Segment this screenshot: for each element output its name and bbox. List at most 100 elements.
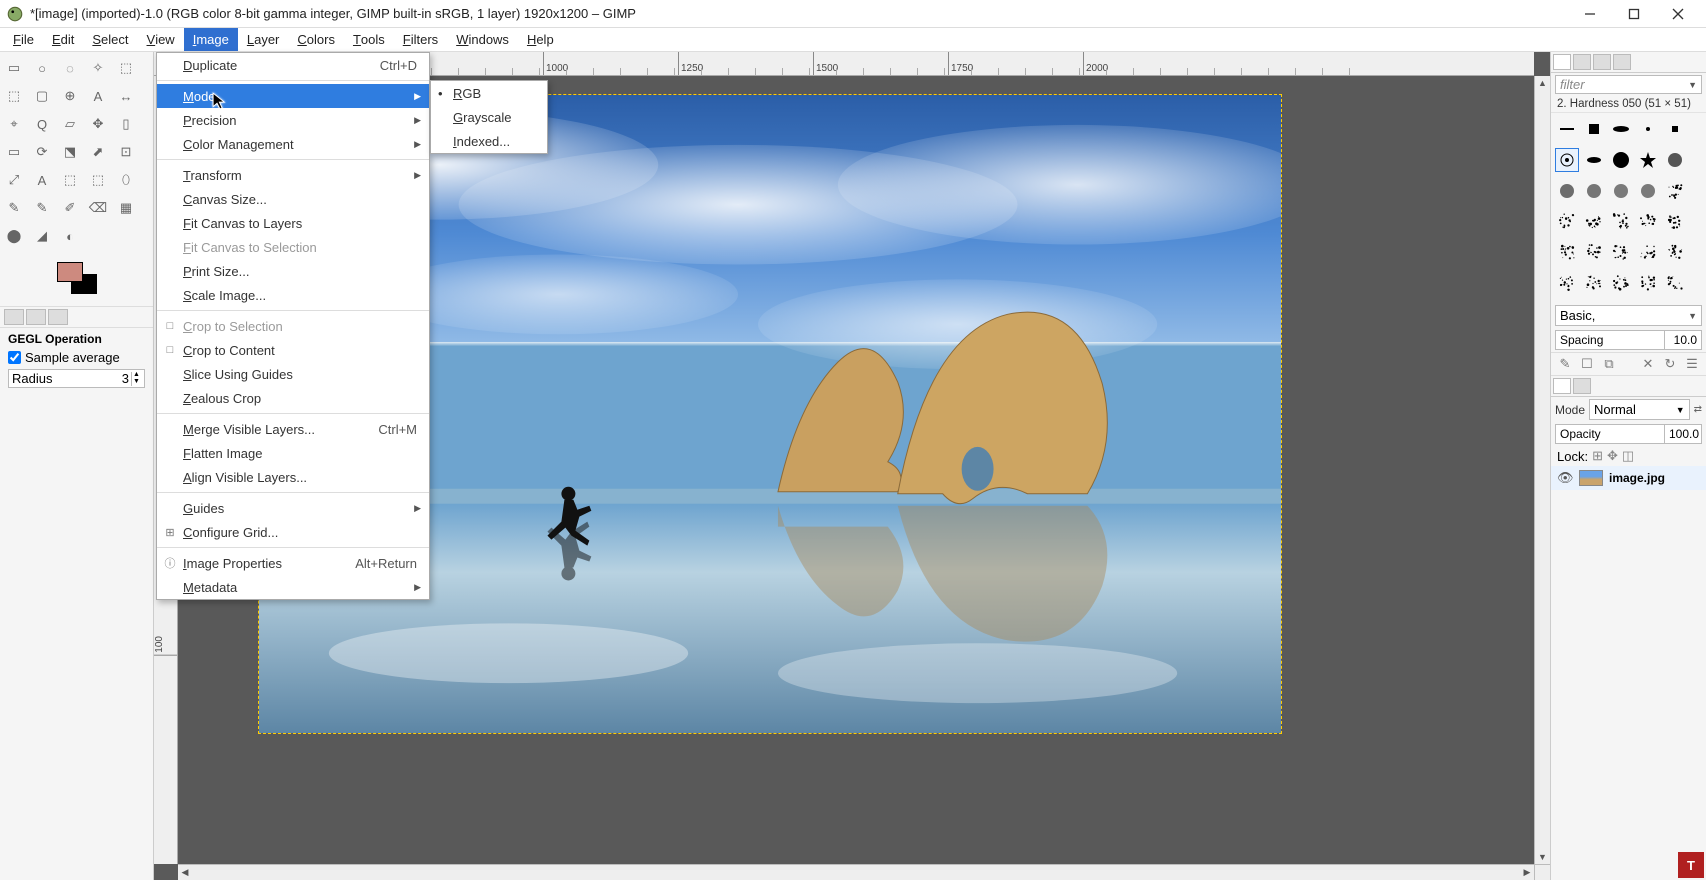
menu-edit[interactable]: Edit [43,28,83,51]
tool-12[interactable]: ▱ [58,112,82,136]
brush-9[interactable] [1663,148,1687,172]
tool-28[interactable]: ⌫ [86,196,110,220]
radius-spinner[interactable]: ▲▼ [131,372,141,386]
brush-29[interactable] [1663,271,1687,295]
lock-position-icon[interactable]: ✥ [1607,448,1618,464]
brush-0[interactable] [1555,117,1579,141]
brush-26[interactable] [1582,271,1606,295]
scrollbar-horizontal[interactable]: ◀ ▶ [178,864,1534,880]
tool-9[interactable]: ↔ [114,84,138,108]
toolbox-tab-2[interactable] [26,309,46,325]
brush-6[interactable] [1582,148,1606,172]
tool-11[interactable]: Q [30,112,54,136]
menu-layer[interactable]: Layer [238,28,289,51]
sample-average-checkbox[interactable]: Sample average [8,350,145,365]
menu-filters[interactable]: Filters [394,28,447,51]
visibility-eye-icon[interactable]: 👁 [1557,470,1573,486]
tool-18[interactable]: ⬈ [86,140,110,164]
refresh-brush-icon[interactable]: ↻ [1662,356,1678,372]
tool-19[interactable]: ⊡ [114,140,138,164]
close-button[interactable] [1656,0,1700,28]
menu-item-print-size-[interactable]: Print Size... [157,259,429,283]
menu-item-align-visible-layers-[interactable]: Align Visible Layers... [157,465,429,489]
tool-3[interactable]: ✧ [86,56,110,80]
new-brush-icon[interactable]: ☐ [1579,356,1595,372]
tool-17[interactable]: ⬔ [58,140,82,164]
tool-30[interactable]: ⬤ [2,224,26,248]
brush-4[interactable] [1663,117,1687,141]
tool-31[interactable]: ◢ [30,224,54,248]
brush-5[interactable] [1555,148,1579,172]
menu-item-color-management[interactable]: Color Management [157,132,429,156]
duplicate-brush-icon[interactable]: ⧉ [1601,356,1617,372]
sample-average-input[interactable] [8,351,21,364]
menu-item-crop-to-content[interactable]: □Crop to Content [157,338,429,362]
brush-17[interactable] [1609,209,1633,233]
menu-tools[interactable]: Tools [344,28,394,51]
tool-6[interactable]: ▢ [30,84,54,108]
delete-brush-icon[interactable]: ✕ [1640,356,1656,372]
brush-22[interactable] [1609,240,1633,264]
scrollbar-vertical[interactable]: ▲ ▼ [1534,76,1550,864]
menu-item-image-properties[interactable]: ⓘImage PropertiesAlt+Return [157,551,429,575]
tool-4[interactable]: ⬚ [114,56,138,80]
scroll-left-arrow[interactable]: ◀ [178,866,192,880]
edit-brush-icon[interactable]: ✎ [1557,356,1573,372]
menu-item-fit-canvas-to-layers[interactable]: Fit Canvas to Layers [157,211,429,235]
tool-24[interactable]: ⬯ [114,168,138,192]
toolbox-tab-1[interactable] [4,309,24,325]
radius-field[interactable]: Radius 3 ▲▼ [8,369,145,388]
mode-item-rgb[interactable]: RGB [431,81,547,105]
right-tab-patterns[interactable] [1573,54,1591,70]
fg-bg-color[interactable] [49,260,105,304]
tool-13[interactable]: ✥ [86,112,110,136]
mode-toggle-icon[interactable]: ⇄ [1694,404,1702,415]
fg-color-swatch[interactable] [57,262,83,282]
menu-item-precision[interactable]: Precision [157,108,429,132]
maximize-button[interactable] [1612,0,1656,28]
open-brush-icon[interactable]: ☰ [1684,356,1700,372]
brush-13[interactable] [1636,179,1660,203]
menu-windows[interactable]: Windows [447,28,518,51]
mode-combo[interactable]: Normal ▼ [1589,399,1690,420]
brush-24[interactable] [1663,240,1687,264]
menu-item-metadata[interactable]: Metadata [157,575,429,599]
brush-filter-input[interactable]: filter ▼ [1555,75,1702,94]
layer-row[interactable]: 👁 image.jpg [1551,466,1706,490]
right-tab-fonts[interactable] [1593,54,1611,70]
brush-16[interactable] [1582,209,1606,233]
tool-21[interactable]: A [30,168,54,192]
tool-8[interactable]: A [86,84,110,108]
opacity-field[interactable]: Opacity 100.0 [1555,424,1702,444]
menu-item-duplicate[interactable]: DuplicateCtrl+D [157,53,429,77]
brush-25[interactable] [1555,271,1579,295]
brush-18[interactable] [1636,209,1660,233]
scroll-down-arrow[interactable]: ▼ [1536,850,1550,864]
tool-16[interactable]: ⟳ [30,140,54,164]
tool-1[interactable]: ○ [30,56,54,80]
menu-help[interactable]: Help [518,28,563,51]
brush-10[interactable] [1555,179,1579,203]
menu-item-zealous-crop[interactable]: Zealous Crop [157,386,429,410]
menu-item-merge-visible-layers-[interactable]: Merge Visible Layers...Ctrl+M [157,417,429,441]
brush-8[interactable] [1636,148,1660,172]
tool-10[interactable]: ⌖ [2,112,26,136]
menu-item-transform[interactable]: Transform [157,163,429,187]
brush-2[interactable] [1609,117,1633,141]
tool-2[interactable]: ◌ [58,56,82,80]
tool-20[interactable]: ⤢ [2,168,26,192]
brush-14[interactable] [1663,179,1687,203]
tool-26[interactable]: ✎ [30,196,54,220]
tool-0[interactable]: ▭ [2,56,26,80]
lock-pixels-icon[interactable]: ⊞ [1592,448,1603,464]
scroll-up-arrow[interactable]: ▲ [1536,76,1550,90]
mode-item-indexed-[interactable]: Indexed... [431,129,547,153]
tool-5[interactable]: ⬚ [2,84,26,108]
minimize-button[interactable] [1568,0,1612,28]
menu-colors[interactable]: Colors [288,28,344,51]
brush-27[interactable] [1609,271,1633,295]
brush-12[interactable] [1609,179,1633,203]
brush-28[interactable] [1636,271,1660,295]
tool-15[interactable]: ▭ [2,140,26,164]
menu-select[interactable]: Select [83,28,137,51]
